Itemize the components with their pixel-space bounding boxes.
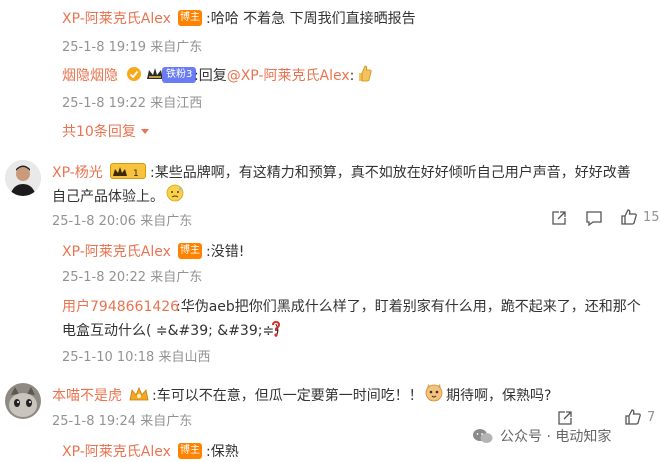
comment-author[interactable]: 本喵不是虎: [52, 385, 122, 405]
question-emoji: [272, 321, 280, 337]
like-icon[interactable]: [620, 208, 638, 226]
reply-author[interactable]: 烟隐烟隐: [62, 65, 118, 85]
reply-author[interactable]: XP-阿莱克氏Alex: [62, 441, 171, 461]
share-icon[interactable]: [550, 209, 568, 227]
reply-text: :回复: [194, 68, 227, 84]
reply-text: 电盒互动什么( ≑&#39; &#39;≑): [62, 323, 280, 339]
watermark-text: 公众号 · 电动知家: [500, 429, 612, 445]
blogger-badge: 博主: [178, 443, 202, 459]
thumbs-up-emoji: [359, 65, 372, 82]
reply-author[interactable]: XP-阿莱克氏Alex: [62, 8, 171, 28]
avatar[interactable]: [5, 383, 41, 419]
comment-icon[interactable]: [585, 209, 603, 227]
more-replies-label: 共10条回复: [62, 124, 136, 140]
comment-time: 25-1-8 20:06 来自广东: [52, 214, 193, 229]
blogger-badge: 博主: [178, 10, 202, 26]
reply-time: 25-1-8 20:22 来自广东: [62, 270, 203, 285]
verified-icon: [127, 67, 141, 81]
avatar[interactable]: [5, 160, 41, 196]
comment-text: 期待啊，保熟吗?: [446, 388, 552, 404]
reply-author[interactable]: XP-阿莱克氏Alex: [62, 241, 171, 261]
more-replies-link[interactable]: 共10条回复: [62, 121, 150, 141]
mention-link[interactable]: @XP-阿莱克氏Alex: [227, 68, 350, 84]
reply-text: :没错!: [206, 244, 245, 260]
comment-text: :车可以不在意，但瓜一定要第一时间吃！！: [152, 388, 423, 404]
blogger-badge: 博主: [178, 243, 202, 259]
wechat-icon: [473, 429, 493, 443]
comment-author[interactable]: XP-杨光: [52, 162, 103, 182]
like-count: 15: [643, 210, 660, 225]
reply-text: :保熟: [206, 444, 239, 460]
svg-text:1: 1: [133, 169, 139, 179]
fans-badge: 铁粉3: [162, 67, 197, 83]
share-icon[interactable]: [556, 409, 574, 427]
caret-down-icon: [141, 129, 150, 134]
sweat-emoji: [166, 184, 184, 202]
like-icon[interactable]: [624, 408, 642, 426]
reply-time: 25-1-8 19:22 来自江西: [62, 96, 203, 111]
comment-text: :某些品牌啊，有这精力和预算，真不如放在好好倾听自己用户声音，好好改善: [150, 165, 631, 181]
reply-time: 25-1-8 19:19 来自广东: [62, 40, 203, 55]
comment-text: 自己产品体验上。: [52, 189, 164, 205]
vip-badge: 1: [110, 163, 146, 179]
reply-text-suffix: :: [349, 68, 355, 84]
crown-icon: [129, 386, 149, 401]
reply-text: :华伪aeb把你们黑成什么样了，盯着别家有什么用，跪不起来了，还和那个: [176, 299, 641, 315]
reply-author[interactable]: 用户7948661426: [62, 296, 179, 316]
reply-text: :哈哈 不着急 下周我们直接晒报告: [206, 11, 416, 27]
cat-emoji: [425, 384, 443, 402]
reply-time: 25-1-10 10:18 来自山西: [62, 350, 211, 365]
comment-time: 25-1-8 19:24 来自广东: [52, 414, 193, 429]
like-count: 7: [647, 410, 656, 425]
watermark: 公众号 · 电动知家: [472, 426, 611, 446]
